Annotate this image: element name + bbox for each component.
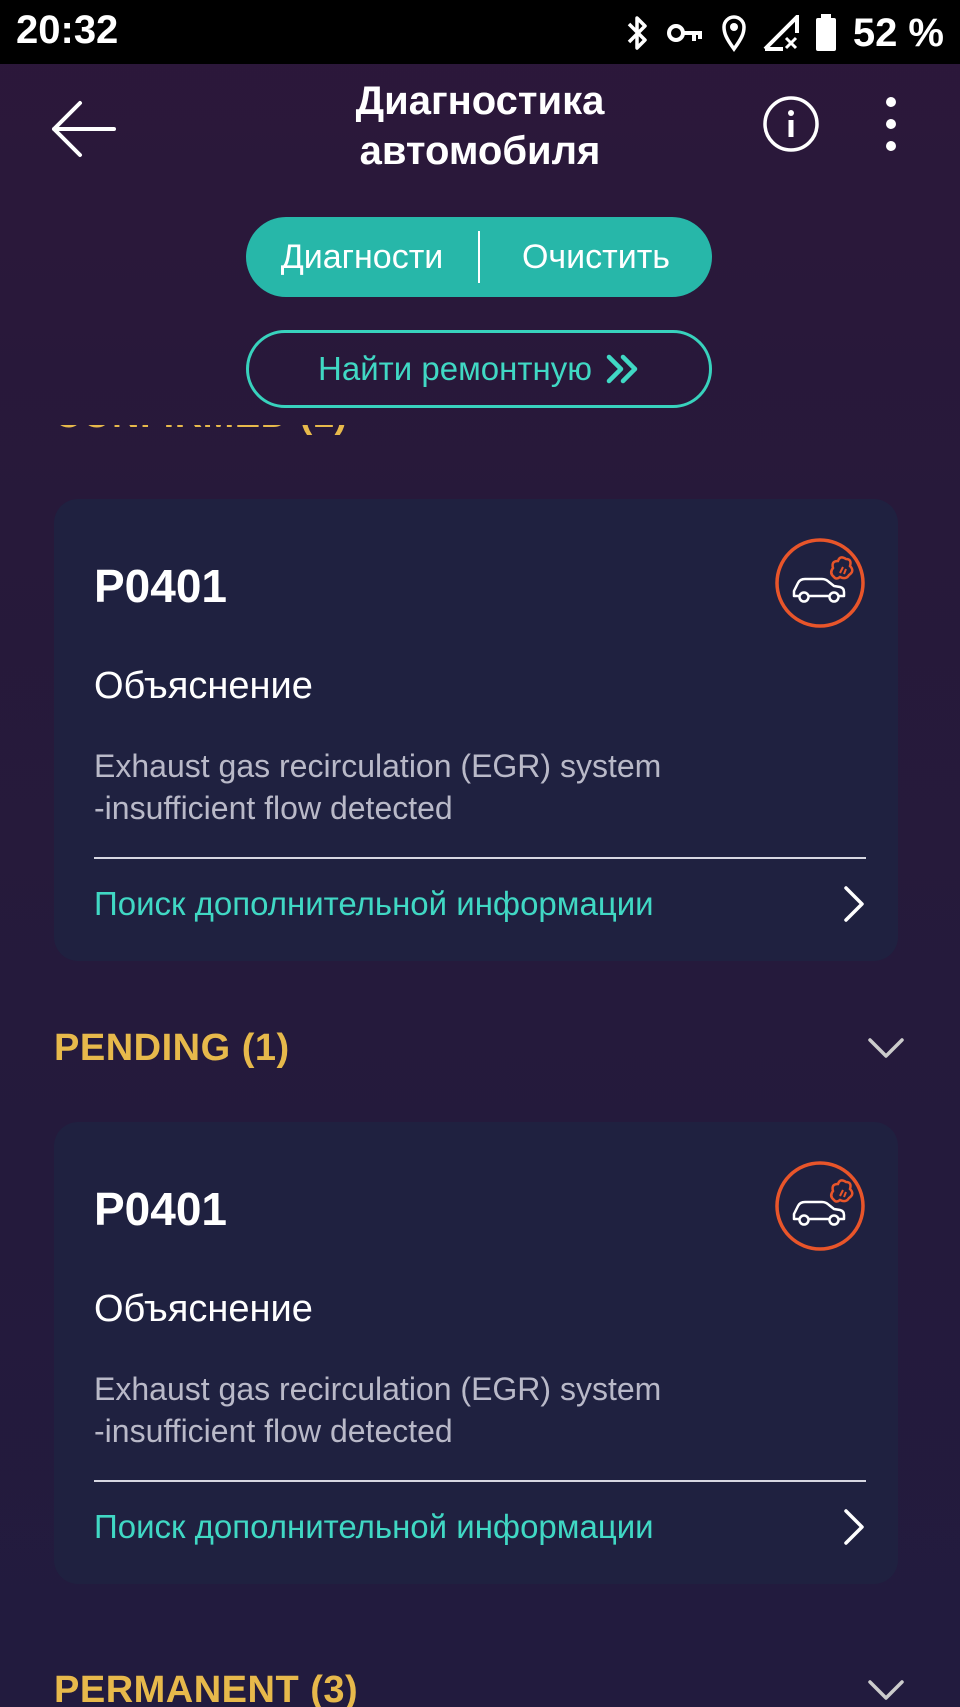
find-repair-label: Найти ремонтную [318, 350, 592, 387]
diagnose-clear-segmented: Диагности Очистить [246, 217, 712, 297]
signal-no-sim-icon [763, 15, 799, 51]
explanation-label: Объяснение [94, 1288, 313, 1330]
key-icon [666, 24, 702, 42]
dtc-description-line1: Exhaust gas recirculation (EGR) system [94, 748, 662, 784]
dtc-description: Exhaust gas recirculation (EGR) system -… [94, 1368, 794, 1452]
arrow-left-icon [52, 101, 116, 157]
bluetooth-icon [627, 16, 647, 50]
info-button[interactable] [762, 95, 820, 153]
section-title: CONFIRMED (1) [54, 425, 348, 437]
chevron-right-icon [844, 1509, 864, 1545]
double-chevron-right-icon [606, 354, 638, 384]
more-info-label: Поиск дополнительной информации [94, 1508, 654, 1545]
section-title: PENDING (1) [54, 1026, 290, 1069]
status-time: 20:32 [16, 8, 119, 52]
find-repair-button[interactable]: Найти ремонтную [246, 330, 712, 408]
more-info-label: Поиск дополнительной информации [94, 885, 654, 922]
dtc-description: Exhaust gas recirculation (EGR) system -… [94, 745, 794, 829]
card-divider [94, 857, 866, 859]
explanation-label: Объяснение [94, 665, 313, 707]
card-divider [94, 1480, 866, 1482]
more-menu-button[interactable] [876, 94, 906, 154]
section-pending-header[interactable]: PENDING (1) [54, 1018, 906, 1078]
dtc-code: P0401 [94, 560, 228, 612]
chevron-down-icon[interactable] [866, 425, 906, 427]
diagnose-button[interactable]: Диагности [246, 238, 478, 277]
dtc-description-line2: -insufficient flow detected [94, 790, 453, 826]
info-icon [763, 96, 819, 152]
car-exhaust-icon [775, 538, 865, 628]
section-permanent-header[interactable]: PERMANENT (3) [54, 1660, 906, 1707]
chevron-down-icon[interactable] [866, 1036, 906, 1060]
dtc-card: P0401 Объяснение Exhaust gas recirculati… [54, 499, 898, 961]
battery-percent: 52 % [852, 10, 944, 55]
status-icons: 52 % [625, 8, 944, 58]
page-title-line2: автомобиля [359, 129, 601, 173]
car-exhaust-icon [775, 1161, 865, 1251]
page-title: Диагностика автомобиля [240, 76, 720, 176]
more-info-link[interactable]: Поиск дополнительной информации [94, 1492, 866, 1562]
app-bar: Диагностика автомобиля [0, 64, 960, 194]
dtc-code: P0401 [94, 1183, 228, 1235]
more-info-link[interactable]: Поиск дополнительной информации [94, 869, 866, 939]
dtc-description-line1: Exhaust gas recirculation (EGR) system [94, 1371, 662, 1407]
section-confirmed-header[interactable]: CONFIRMED (1) [54, 425, 906, 445]
clear-button[interactable]: Очистить [480, 238, 712, 277]
back-button[interactable] [48, 94, 118, 164]
dtc-description-line2: -insufficient flow detected [94, 1413, 453, 1449]
page-title-line1: Диагностика [355, 79, 605, 123]
more-vertical-icon [886, 97, 896, 151]
status-bar: 20:32 52 % [0, 0, 960, 64]
dtc-card: P0401 Объяснение Exhaust gas recirculati… [54, 1122, 898, 1584]
chevron-right-icon [844, 886, 864, 922]
battery-icon [815, 14, 836, 51]
section-title: PERMANENT (3) [54, 1668, 359, 1707]
chevron-down-icon[interactable] [866, 1678, 906, 1702]
location-icon [722, 15, 746, 52]
dtc-list[interactable]: CONFIRMED (1) P0401 Объяснение Exhaust g… [0, 425, 960, 1707]
